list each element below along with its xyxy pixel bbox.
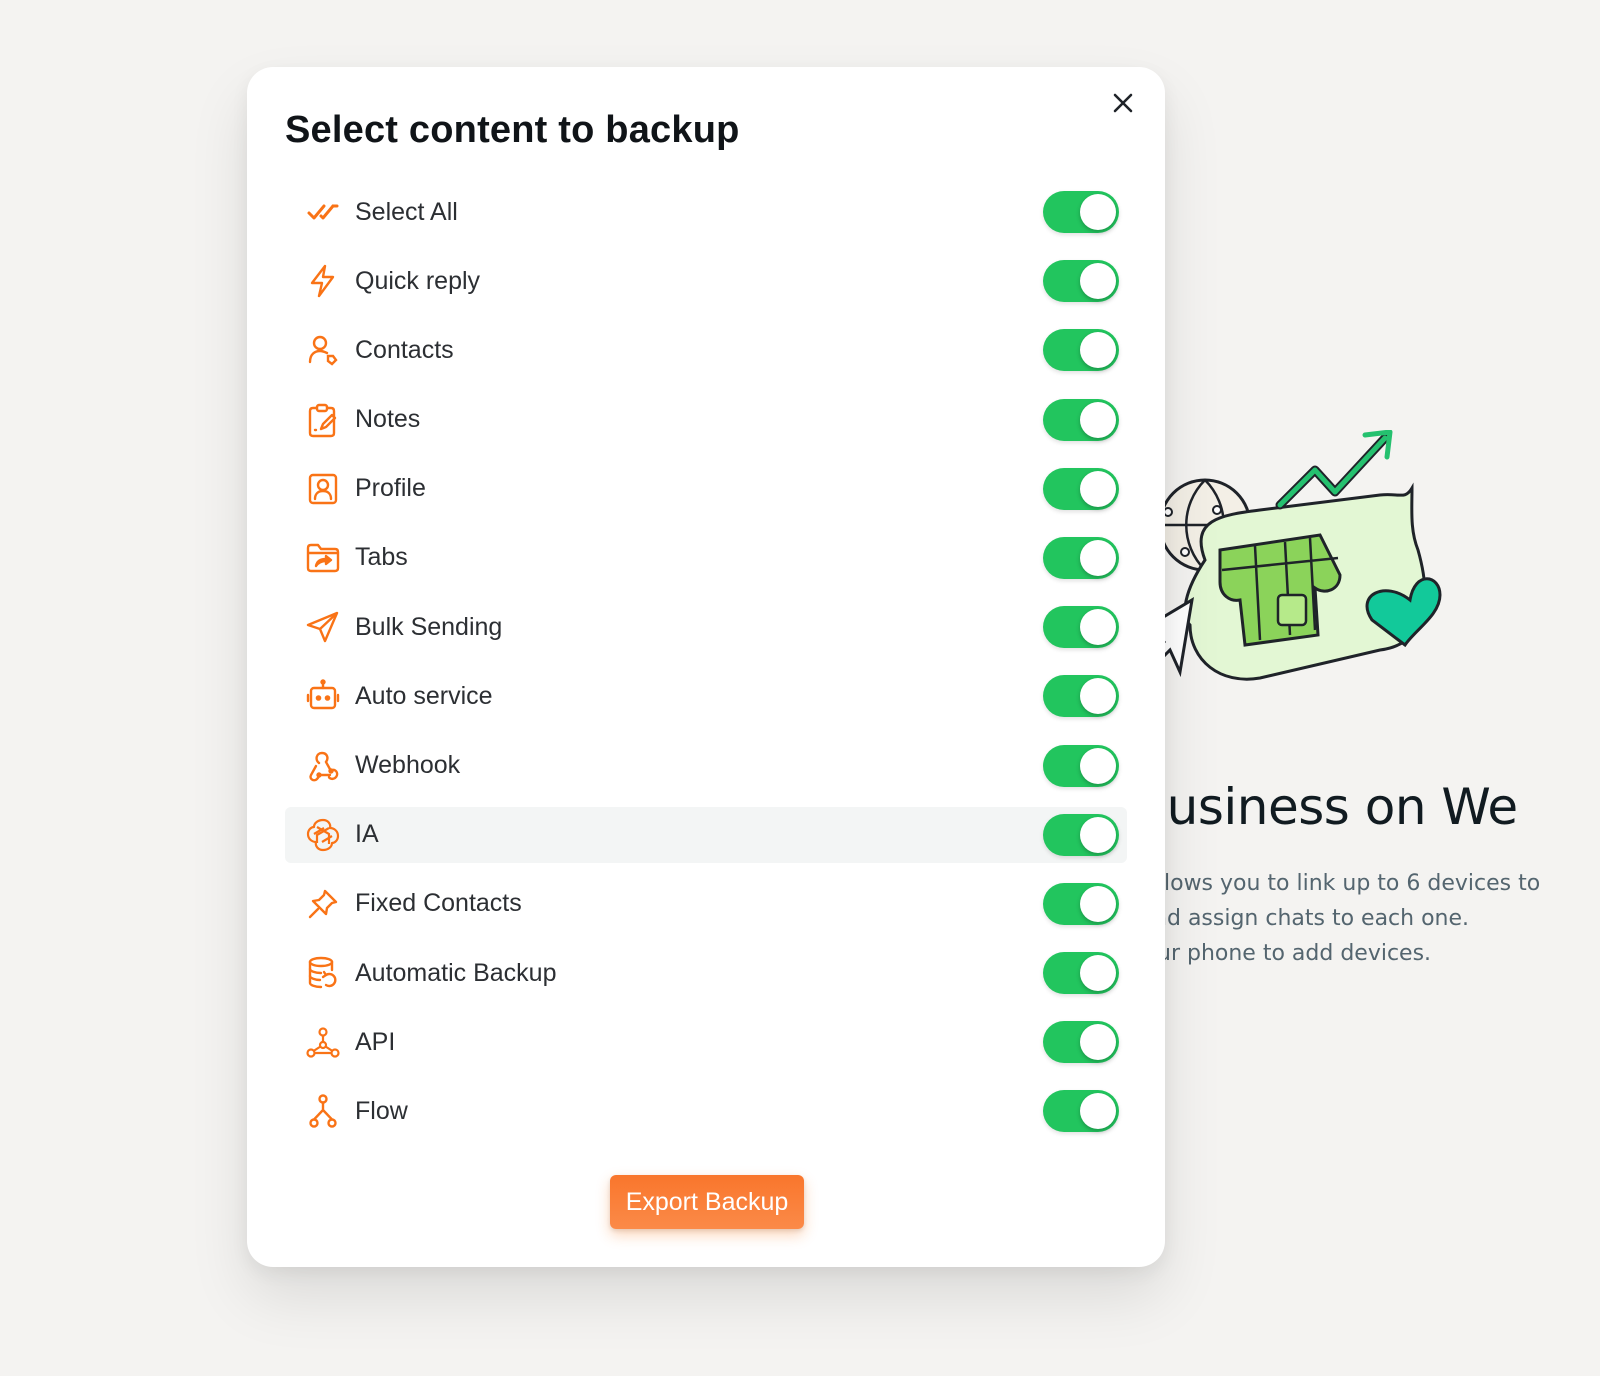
- automatic-backup-toggle[interactable]: [1043, 952, 1119, 995]
- api-toggle[interactable]: [1043, 1021, 1119, 1064]
- fixed-contacts-toggle[interactable]: [1043, 882, 1119, 925]
- option-row-tabs[interactable]: Tabs: [285, 530, 1127, 586]
- option-label: Notes: [355, 405, 421, 434]
- option-row-webhook[interactable]: Webhook: [285, 738, 1127, 794]
- select-all-toggle[interactable]: [1043, 191, 1119, 233]
- toggle-knob: [1080, 678, 1116, 715]
- option-label: Webhook: [355, 751, 461, 779]
- ai-knot-icon: [303, 815, 343, 855]
- toggle-knob: [1080, 955, 1116, 992]
- export-backup-button[interactable]: Export Backup: [610, 1175, 804, 1229]
- profile-toggle[interactable]: [1043, 467, 1119, 510]
- flow-toggle[interactable]: [1043, 1090, 1119, 1133]
- toggle-knob: [1080, 401, 1116, 438]
- option-row-contacts[interactable]: Contacts: [285, 322, 1127, 378]
- option-label: Flow: [355, 1096, 408, 1125]
- paper-plane-icon: [303, 607, 343, 647]
- background-description: on allows you to link up to 6 devices to…: [1110, 866, 1600, 971]
- option-label: Tabs: [355, 543, 408, 572]
- backup-options-list: Select All Quick reply Contacts Notes Pr…: [285, 184, 1127, 1153]
- toggle-knob: [1080, 816, 1116, 853]
- profile-card-icon: [303, 469, 343, 509]
- option-row-select-all[interactable]: Select All: [285, 184, 1127, 240]
- toggle-knob: [1080, 885, 1116, 922]
- flow-branch-icon: [303, 1091, 343, 1131]
- api-nodes-icon: [303, 1022, 343, 1062]
- option-label: Automatic Backup: [355, 958, 557, 987]
- bulk-sending-toggle[interactable]: [1043, 606, 1119, 649]
- background-description-line: nt and assign chats to each one.: [1110, 906, 1470, 931]
- option-label: Fixed Contacts: [355, 889, 522, 918]
- toggle-knob: [1080, 263, 1116, 300]
- business-illustration: [1147, 429, 1480, 700]
- background-description-line: on allows you to link up to 6 devices to: [1110, 871, 1541, 896]
- webhook-toggle[interactable]: [1043, 744, 1119, 787]
- webhook-icon: [303, 746, 343, 786]
- option-row-api[interactable]: API: [285, 1014, 1127, 1070]
- toggle-knob: [1080, 1024, 1116, 1061]
- contacts-toggle[interactable]: [1043, 329, 1119, 372]
- user-tag-icon: [303, 330, 343, 370]
- notes-toggle[interactable]: [1043, 398, 1119, 441]
- toggle-knob: [1080, 332, 1116, 369]
- option-row-notes[interactable]: Notes: [285, 392, 1127, 448]
- close-icon: [1113, 93, 1133, 113]
- auto-service-toggle[interactable]: [1043, 675, 1119, 718]
- option-row-automatic-backup[interactable]: Automatic Backup: [285, 945, 1127, 1001]
- option-row-ia[interactable]: IA: [285, 806, 1127, 863]
- option-label: Contacts: [355, 335, 454, 364]
- toggle-knob: [1080, 194, 1116, 230]
- close-button[interactable]: [1107, 87, 1139, 119]
- database-restore-icon: [303, 953, 343, 993]
- ia-toggle[interactable]: [1043, 813, 1119, 856]
- lightning-icon: [303, 261, 343, 301]
- backup-modal: Select content to backup Select All Quic…: [247, 67, 1165, 1267]
- clipboard-edit-icon: [303, 400, 343, 440]
- quick-reply-toggle[interactable]: [1043, 260, 1119, 303]
- toggle-knob: [1080, 747, 1116, 784]
- option-label: Auto service: [355, 681, 493, 710]
- double-check-icon: [303, 192, 343, 232]
- option-row-bulk-sending[interactable]: Bulk Sending: [285, 599, 1127, 655]
- toggle-knob: [1080, 539, 1116, 576]
- toggle-knob: [1080, 609, 1116, 646]
- modal-title: Select content to backup: [285, 109, 740, 151]
- option-row-fixed-contacts[interactable]: Fixed Contacts: [285, 876, 1127, 932]
- option-row-auto-service[interactable]: Auto service: [285, 668, 1127, 724]
- option-label: IA: [355, 820, 379, 849]
- option-row-flow[interactable]: Flow: [285, 1083, 1127, 1139]
- tabs-toggle[interactable]: [1043, 536, 1119, 579]
- option-label: Bulk Sending: [355, 612, 503, 641]
- option-label: API: [355, 1027, 396, 1056]
- option-label: Profile: [355, 474, 426, 503]
- background-description-line: e your phone to add devices.: [1110, 941, 1432, 966]
- option-row-quick-reply[interactable]: Quick reply: [285, 253, 1127, 309]
- folder-share-icon: [303, 538, 343, 578]
- option-label: Quick reply: [355, 266, 481, 295]
- option-label: Select All: [355, 197, 458, 226]
- pin-icon: [303, 884, 343, 924]
- option-row-profile[interactable]: Profile: [285, 461, 1127, 517]
- toggle-knob: [1080, 470, 1116, 507]
- toggle-knob: [1080, 1093, 1116, 1130]
- robot-icon: [303, 676, 343, 716]
